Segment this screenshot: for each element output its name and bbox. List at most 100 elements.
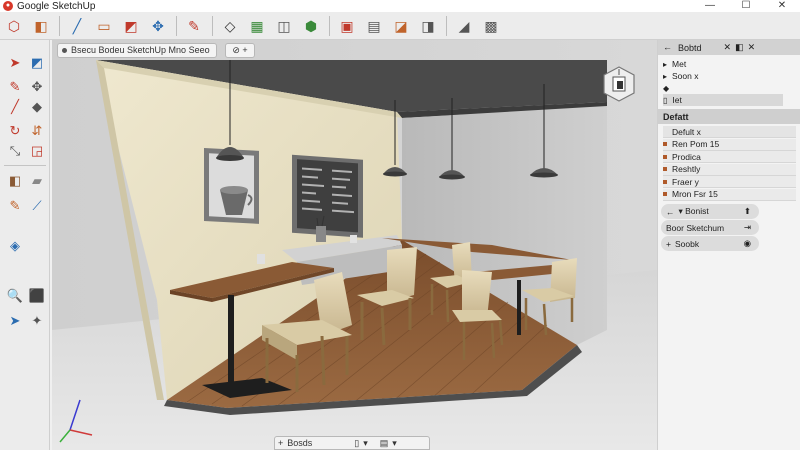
dimension-tool-icon[interactable]: ◪	[390, 15, 412, 37]
move-palette-tool-icon[interactable]: ✥	[27, 76, 47, 96]
scene-tab-label: Bsecu Bodeu SketchUp Mno Seeo	[71, 45, 210, 55]
material-item[interactable]: Prodica	[663, 151, 796, 163]
outliner-item[interactable]: ◆	[663, 82, 796, 94]
pencil-palette-tool-icon[interactable]: ✎	[5, 76, 25, 96]
material-item[interactable]: Ren Pom 15	[663, 138, 796, 151]
cafe-scene	[52, 40, 657, 450]
pencil-tool-icon[interactable]: ✎	[183, 15, 205, 37]
scene-tab[interactable]: Bsecu Bodeu SketchUp Mno Seeo	[57, 43, 217, 58]
layers-icon[interactable]: ▤	[380, 438, 389, 449]
panel-action-label: Boor Sketchum	[666, 222, 725, 233]
rectangle-tool-icon[interactable]: ◩	[120, 15, 142, 37]
materials-header[interactable]: Defatt	[658, 109, 800, 124]
view-cube-icon[interactable]	[600, 65, 638, 103]
eraser-palette-tool-icon[interactable]: ◩	[27, 52, 47, 72]
line-palette-tool-icon[interactable]: ╱	[5, 96, 25, 116]
line-tool-icon[interactable]: ╱	[66, 15, 88, 37]
materials-title: Defatt	[663, 111, 689, 122]
expand-arrow-icon[interactable]: ▯	[663, 96, 667, 105]
phone-icon[interactable]: ▯	[354, 438, 359, 449]
outliner-item-label: Iet	[672, 95, 682, 105]
scale-palette-tool-icon[interactable]: ⤡	[5, 140, 25, 160]
panel-action-button[interactable]: Boor Sketchum ⇥	[661, 220, 759, 235]
outliner-item-label: Met	[672, 59, 687, 69]
panel-action-label: ▾ Bonist	[678, 206, 709, 216]
material-item[interactable]: Reshtly	[663, 163, 796, 176]
rotate-palette-tool-icon[interactable]: ↻	[5, 120, 25, 140]
move-tool-icon[interactable]: ✥	[147, 15, 169, 37]
protractor-palette-tool-icon[interactable]: ◈	[5, 235, 25, 255]
panel-action-button[interactable]: ← ▾ Bonist ⬆	[661, 204, 759, 219]
expand-arrow-icon[interactable]: ▸	[663, 72, 667, 81]
viewport-bottom-bar: + Bosds ▯ ▾ ▤ ▾	[274, 436, 430, 450]
bottom-style-label[interactable]: Bosds	[287, 438, 312, 448]
back-arrow-icon[interactable]: ←	[666, 207, 675, 217]
component-tool-icon[interactable]: ◧	[30, 15, 52, 37]
section-tool-icon[interactable]: ◢	[453, 15, 475, 37]
material-label: Fraer y	[672, 176, 699, 187]
eraser-tool-icon[interactable]: ▭	[93, 15, 115, 37]
bottom-add-button[interactable]: +	[278, 438, 283, 448]
axes-palette-tool-icon[interactable]: ⟋	[27, 195, 47, 215]
material-label: Prodica	[672, 151, 701, 162]
outliner-item[interactable]: ▸ Met	[663, 58, 796, 70]
material-swatch	[663, 130, 667, 134]
select-tool-icon[interactable]: ⬡	[3, 15, 25, 37]
toolbar-separator	[176, 15, 177, 36]
walk-palette-tool-icon[interactable]: ➤	[5, 310, 25, 330]
material-label: Ren Pom 15	[672, 139, 720, 149]
outliner-item[interactable]: ▯ Iet	[663, 94, 783, 106]
box-palette-tool-icon[interactable]: ⬛	[27, 285, 47, 305]
zoom-palette-tool-icon[interactable]: 🔍	[5, 285, 25, 305]
title-bar: ● Google SketchUp — ☐ ✕	[0, 0, 800, 12]
grid-tool-icon[interactable]: ▦	[246, 15, 268, 37]
offset-palette-tool-icon[interactable]: ◲	[27, 140, 47, 160]
outliner-header[interactable]: ← Bobtd ✕ ◧ ✕	[658, 40, 800, 55]
follow-me-tool-icon[interactable]: ▣	[336, 15, 358, 37]
expand-arrow-icon[interactable]: ▸	[663, 60, 667, 69]
close-icon[interactable]: ✕	[748, 43, 756, 52]
material-item[interactable]: Defult x	[663, 126, 796, 138]
material-item[interactable]: Mron Fsr 15	[663, 188, 796, 201]
push-pull-tool-icon[interactable]: ◫	[273, 15, 295, 37]
tape-tool-icon[interactable]: ▤	[363, 15, 385, 37]
material-swatch	[663, 179, 667, 184]
add-icon[interactable]: +	[666, 239, 671, 249]
add-scene-button[interactable]: ⊘ +	[225, 43, 255, 58]
flip-palette-tool-icon[interactable]: ⇵	[27, 120, 47, 140]
panel-icon[interactable]: ◧	[735, 43, 744, 52]
close-button[interactable]: ✕	[764, 0, 800, 12]
chevron-down-icon[interactable]: ▾	[392, 438, 397, 449]
expand-arrow-icon[interactable]: ◆	[663, 84, 669, 93]
chevron-down-icon[interactable]: ▾	[363, 438, 368, 449]
material-label: Defult x	[672, 126, 701, 137]
search-icon[interactable]: ◉	[744, 238, 751, 249]
text-palette-tool-icon[interactable]: ✎	[5, 195, 25, 215]
close-icon[interactable]: ✕	[724, 43, 732, 52]
shape-palette-tool-icon[interactable]: ◆	[27, 96, 47, 116]
collapse-icon[interactable]: ⇥	[744, 222, 751, 233]
select-arrow-tool-icon[interactable]: ➤	[5, 52, 25, 72]
minimize-button[interactable]: —	[692, 0, 728, 12]
camera-tool-icon[interactable]: ▩	[480, 15, 502, 37]
material-label: Mron Fsr 15	[672, 189, 718, 199]
tool-palette: ➤ ◩ ✎ ✥ ╱ ◆ ↻ ⇵ ⤡ ◲ ◧ ▰ ✎ ⟋ ◈ 🔍 ⬛ ➤ ✦	[0, 40, 50, 450]
panel-action-button[interactable]: + Soobk ◉	[661, 236, 759, 251]
rotate-tool-icon[interactable]: ⬢	[300, 15, 322, 37]
material-item[interactable]: Fraer y	[663, 176, 796, 188]
paint-palette-tool-icon[interactable]: ◧	[5, 170, 25, 190]
back-arrow-icon[interactable]: ←	[663, 43, 672, 52]
orbit-tool-icon[interactable]: ◨	[417, 15, 439, 37]
paint-bucket-tool-icon[interactable]: ◇	[219, 15, 241, 37]
window-title: Google SketchUp	[17, 0, 96, 12]
maximize-button[interactable]: ☐	[728, 0, 764, 12]
look-palette-tool-icon[interactable]: ✦	[27, 310, 47, 330]
outliner-item[interactable]: ▸ Soon x	[663, 70, 796, 82]
modeling-viewport[interactable]: Bsecu Bodeu SketchUp Mno Seeo ⊘ + + Bosd…	[52, 40, 657, 450]
toolbar-separator	[446, 15, 447, 36]
material-swatch	[663, 154, 667, 159]
upload-icon[interactable]: ⬆	[744, 206, 751, 217]
panel-action-label: Soobk	[674, 238, 700, 249]
tape-palette-tool-icon[interactable]: ▰	[27, 170, 47, 190]
toolbar-separator	[212, 15, 213, 36]
